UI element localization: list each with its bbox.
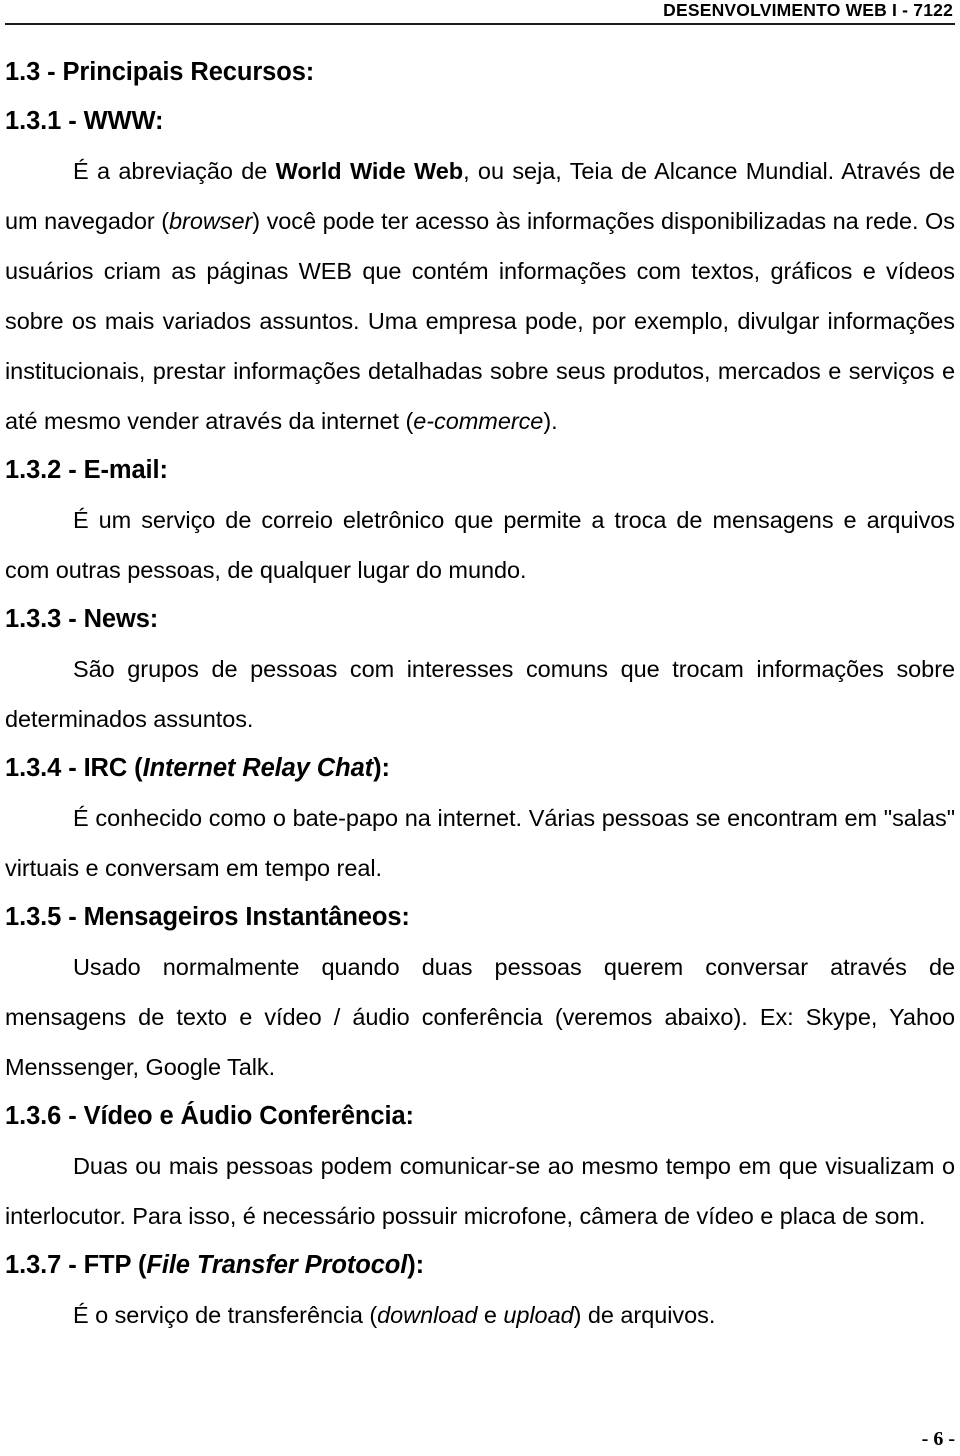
paragraph-ftp: É o serviço de transferência (download e… xyxy=(5,1290,955,1340)
paragraph-mensageiros-instantaneos: Usado normalmente quando duas pessoas qu… xyxy=(5,954,955,1080)
ftp-heading-emphasis: File Transfer Protocol xyxy=(146,1251,408,1279)
running-header: DESENVOLVIMENTO WEB I - 7122 xyxy=(5,0,955,21)
irc-heading-emphasis: Internet Relay Chat xyxy=(142,754,374,782)
running-header-title: DESENVOLVIMENTO WEB I - 7122 xyxy=(663,0,953,20)
ftp-text-2: e xyxy=(477,1302,504,1328)
irc-heading-suffix: ): xyxy=(373,754,390,782)
paragraph-video-audio-conferencia: Duas ou mais pessoas podem comunicar-se … xyxy=(5,1153,955,1229)
section-heading-irc: 1.3.4 - IRC (Internet Relay Chat): xyxy=(5,744,955,793)
www-text-3: ) você pode ter acesso às informações di… xyxy=(5,208,955,434)
paragraph-www: É a abreviação de World Wide Web, ou sej… xyxy=(5,146,955,446)
irc-heading-prefix: 1.3.4 - IRC ( xyxy=(5,754,143,782)
section-heading-www: 1.3.1 - WWW: xyxy=(5,107,164,135)
www-italic-ecommerce: e-commerce xyxy=(413,408,544,434)
ftp-italic-upload: upload xyxy=(503,1302,574,1328)
section-heading-video-audio-conferencia: 1.3.6 - Vídeo e Áudio Conferência: xyxy=(5,1102,414,1130)
www-bold-world-wide-web: World Wide Web xyxy=(275,158,464,184)
www-text-4: ). xyxy=(543,408,558,434)
ftp-italic-download: download xyxy=(377,1302,478,1328)
section-heading-email: 1.3.2 - E-mail: xyxy=(5,456,168,484)
ftp-text-3: ) de arquivos. xyxy=(573,1302,716,1328)
paragraph-news: São grupos de pessoas com interesses com… xyxy=(5,656,955,732)
www-text-1: É a abreviação de xyxy=(73,158,276,184)
paragraph-irc: É conhecido como o bate-papo na internet… xyxy=(5,805,955,881)
ftp-text-1: É o serviço de transferência ( xyxy=(73,1302,378,1328)
page-footer: - 6 - xyxy=(922,1428,955,1450)
ftp-heading-suffix: ): xyxy=(407,1251,425,1279)
section-heading-mensageiros-instantaneos: 1.3.5 - Mensageiros Instantâneos: xyxy=(5,903,410,931)
paragraph-email: É um serviço de correio eletrônico que p… xyxy=(5,507,955,583)
page-number: - 6 - xyxy=(921,1428,955,1450)
section-heading-ftp: 1.3.7 - FTP (File Transfer Protocol): xyxy=(5,1241,955,1290)
www-italic-browser: browser xyxy=(169,208,253,234)
document-page: DESENVOLVIMENTO WEB I - 7122 1.3 - Princ… xyxy=(0,0,960,1456)
header-divider xyxy=(5,23,955,25)
ftp-heading-prefix: 1.3.7 - FTP ( xyxy=(5,1251,147,1279)
section-heading-news: 1.3.3 - News: xyxy=(5,605,159,633)
section-heading-principais-recursos: 1.3 - Principais Recursos: xyxy=(5,58,315,86)
